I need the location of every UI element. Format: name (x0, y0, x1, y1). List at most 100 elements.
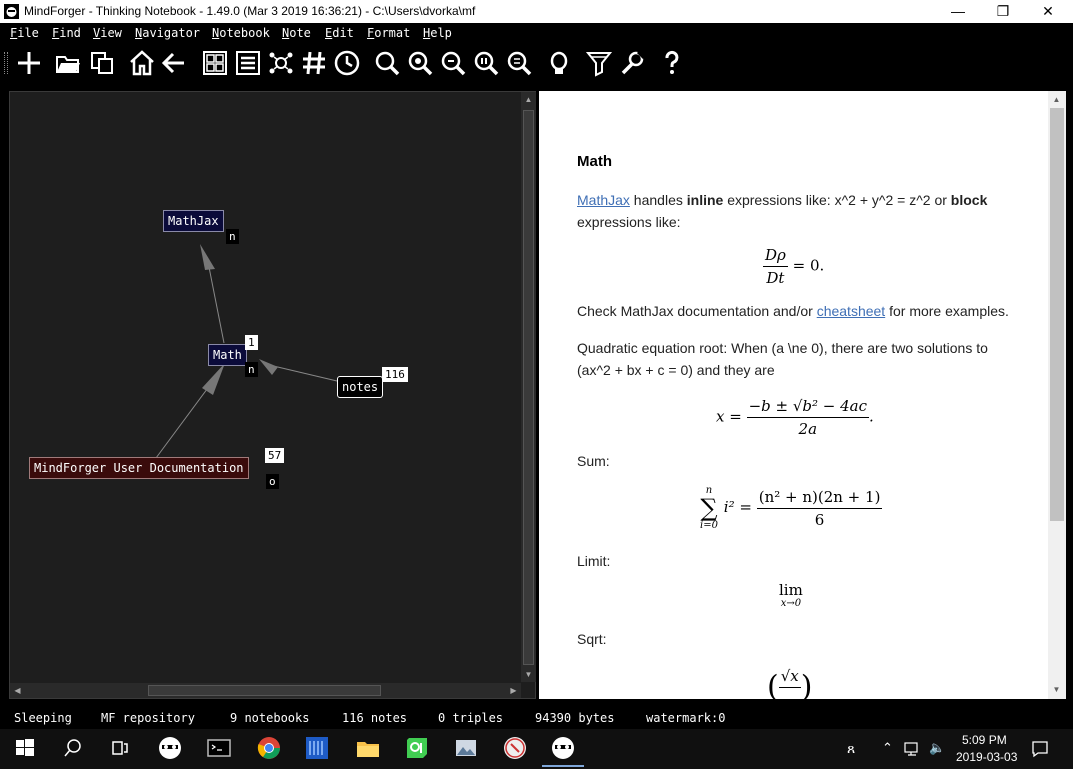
file-explorer-icon[interactable] (355, 735, 381, 761)
node-badge: 116 (382, 367, 408, 382)
menu-find[interactable]: Find (52, 26, 81, 40)
help-icon[interactable] (658, 49, 686, 77)
eq-lim: lim (779, 581, 803, 599)
eq-rest: = 0. (792, 256, 825, 275)
find-icon[interactable] (373, 49, 401, 77)
volume-icon[interactable]: 🔈 (929, 740, 945, 756)
graph-node-user-documentation[interactable]: MindForger User Documentation (29, 457, 249, 479)
menu-help[interactable]: Help (423, 26, 452, 40)
open-folder-icon[interactable] (54, 49, 82, 77)
chrome-icon[interactable] (256, 735, 282, 761)
scroll-down-icon[interactable]: ▼ (1050, 683, 1063, 696)
eq-sum-bottom: i=0 (700, 520, 718, 531)
graph-vertical-scrollbar[interactable]: ▲ ▼ (521, 92, 536, 682)
equation-block: lim x→0 (779, 583, 803, 611)
tray-chevron-icon[interactable]: ⌃ (882, 740, 893, 756)
equation-block: Dρ Dt = 0. (763, 244, 824, 289)
node-badge: n (226, 229, 239, 244)
home-icon[interactable] (128, 49, 156, 77)
node-badge: 57 (265, 448, 285, 463)
find-regexp-icon[interactable] (472, 49, 500, 77)
graph-node-mathjax[interactable]: MathJax (163, 210, 224, 232)
menu-notebook[interactable]: Notebook (212, 26, 270, 40)
back-arrow-icon[interactable] (160, 49, 188, 77)
find-exact-icon[interactable] (439, 49, 467, 77)
clock-date[interactable]: 2019-03-03 (956, 750, 1017, 764)
maximize-button[interactable]: ❐ (980, 0, 1026, 23)
status-bar: Sleeping MF repository 9 notebooks 116 n… (0, 707, 1073, 729)
menu-view[interactable]: View (93, 26, 122, 40)
node-badge: n (245, 362, 258, 377)
photo-icon[interactable] (453, 735, 479, 761)
scroll-right-icon[interactable]: ▶ (507, 684, 520, 697)
paragraph: Sum: (577, 453, 610, 469)
find-tag-icon[interactable] (505, 49, 533, 77)
edge-arrowhead (202, 363, 225, 395)
graph-horizontal-scrollbar[interactable]: ◀ ▶ (10, 683, 521, 698)
hashtag-icon[interactable] (300, 49, 328, 77)
list-view-icon[interactable] (234, 49, 262, 77)
menu-format[interactable]: Format (367, 26, 410, 40)
text: for more examples. (885, 303, 1009, 319)
menu-note[interactable]: Note (282, 26, 311, 40)
node-badge: 1 (245, 335, 258, 350)
mathjax-link[interactable]: MathJax (577, 192, 630, 208)
settings-icon[interactable] (618, 49, 646, 77)
paragraph: Check MathJax documentation and/or cheat… (577, 300, 1017, 322)
graph-node-notes[interactable]: notes (337, 376, 384, 398)
scroll-down-icon[interactable]: ▼ (522, 668, 535, 681)
text: block (950, 192, 988, 208)
mindforger-app-icon (4, 4, 19, 19)
menu-edit[interactable]: Edit (325, 26, 354, 40)
menu-navigator[interactable]: Navigator (135, 26, 200, 40)
text: handles (629, 192, 687, 208)
status-notes: 116 notes (342, 711, 408, 725)
navigator-icon[interactable] (267, 49, 295, 77)
mindforger-active-icon[interactable] (542, 735, 584, 767)
scrollbar-thumb[interactable] (523, 110, 534, 665)
network-icon[interactable] (904, 742, 922, 756)
scroll-left-icon[interactable]: ◀ (11, 684, 24, 697)
edge-arrowhead (259, 359, 278, 375)
search-icon[interactable] (60, 735, 86, 761)
status-state: Sleeping (14, 711, 72, 725)
task-view-icon[interactable] (107, 735, 133, 761)
cheatsheet-link[interactable]: cheatsheet (817, 303, 886, 319)
paragraph: Quadratic equation root: When (a \ne 0),… (577, 340, 988, 378)
qt-creator-icon[interactable] (404, 735, 430, 761)
graph-node-math[interactable]: Math (208, 344, 247, 366)
people-icon[interactable]: ጸ (847, 740, 855, 757)
new-icon[interactable] (15, 49, 43, 77)
eq-num: (n² + n)(2n + 1) (756, 486, 883, 509)
note-vertical-scrollbar[interactable]: ▲ ▼ (1048, 91, 1066, 699)
scroll-up-icon[interactable]: ▲ (1050, 93, 1063, 106)
paragraph: MathJax handles inline expressions like:… (577, 189, 1017, 233)
navigator-pane: MathJax n Math 1 n notes 116 MindForger … (9, 91, 536, 699)
menu-file[interactable]: File (10, 26, 39, 40)
grid-view-icon[interactable] (201, 49, 229, 77)
eq-num: √x (778, 665, 801, 688)
filter-icon[interactable] (585, 49, 613, 77)
scroll-up-icon[interactable]: ▲ (522, 93, 535, 106)
minimize-button[interactable]: — (935, 0, 981, 23)
close-button[interactable]: ✕ (1025, 0, 1071, 23)
think-icon[interactable] (545, 49, 573, 77)
visual-studio-icon[interactable] (304, 735, 330, 761)
toolbar-grip[interactable] (4, 52, 8, 74)
scrollbar-thumb[interactable] (148, 685, 381, 696)
find-text-icon[interactable] (406, 49, 434, 77)
eq-num: Dρ (763, 244, 788, 267)
compass-icon[interactable] (502, 735, 528, 761)
clock-icon[interactable] (333, 49, 361, 77)
menu-bar: File Find View Navigator Notebook Note E… (0, 23, 1073, 44)
notifications-icon[interactable] (1031, 740, 1049, 758)
windows-start-icon[interactable] (12, 735, 38, 761)
equation-block: (√x ) (767, 665, 813, 699)
mindforger-icon[interactable] (157, 735, 183, 761)
navigator-graph[interactable] (10, 92, 520, 682)
edge-math-mathjax (206, 256, 225, 344)
scrollbar-thumb[interactable] (1050, 108, 1064, 521)
copy-icon[interactable] (88, 49, 116, 77)
clock-time[interactable]: 5:09 PM (962, 733, 1007, 747)
terminal-icon[interactable] (206, 735, 232, 761)
